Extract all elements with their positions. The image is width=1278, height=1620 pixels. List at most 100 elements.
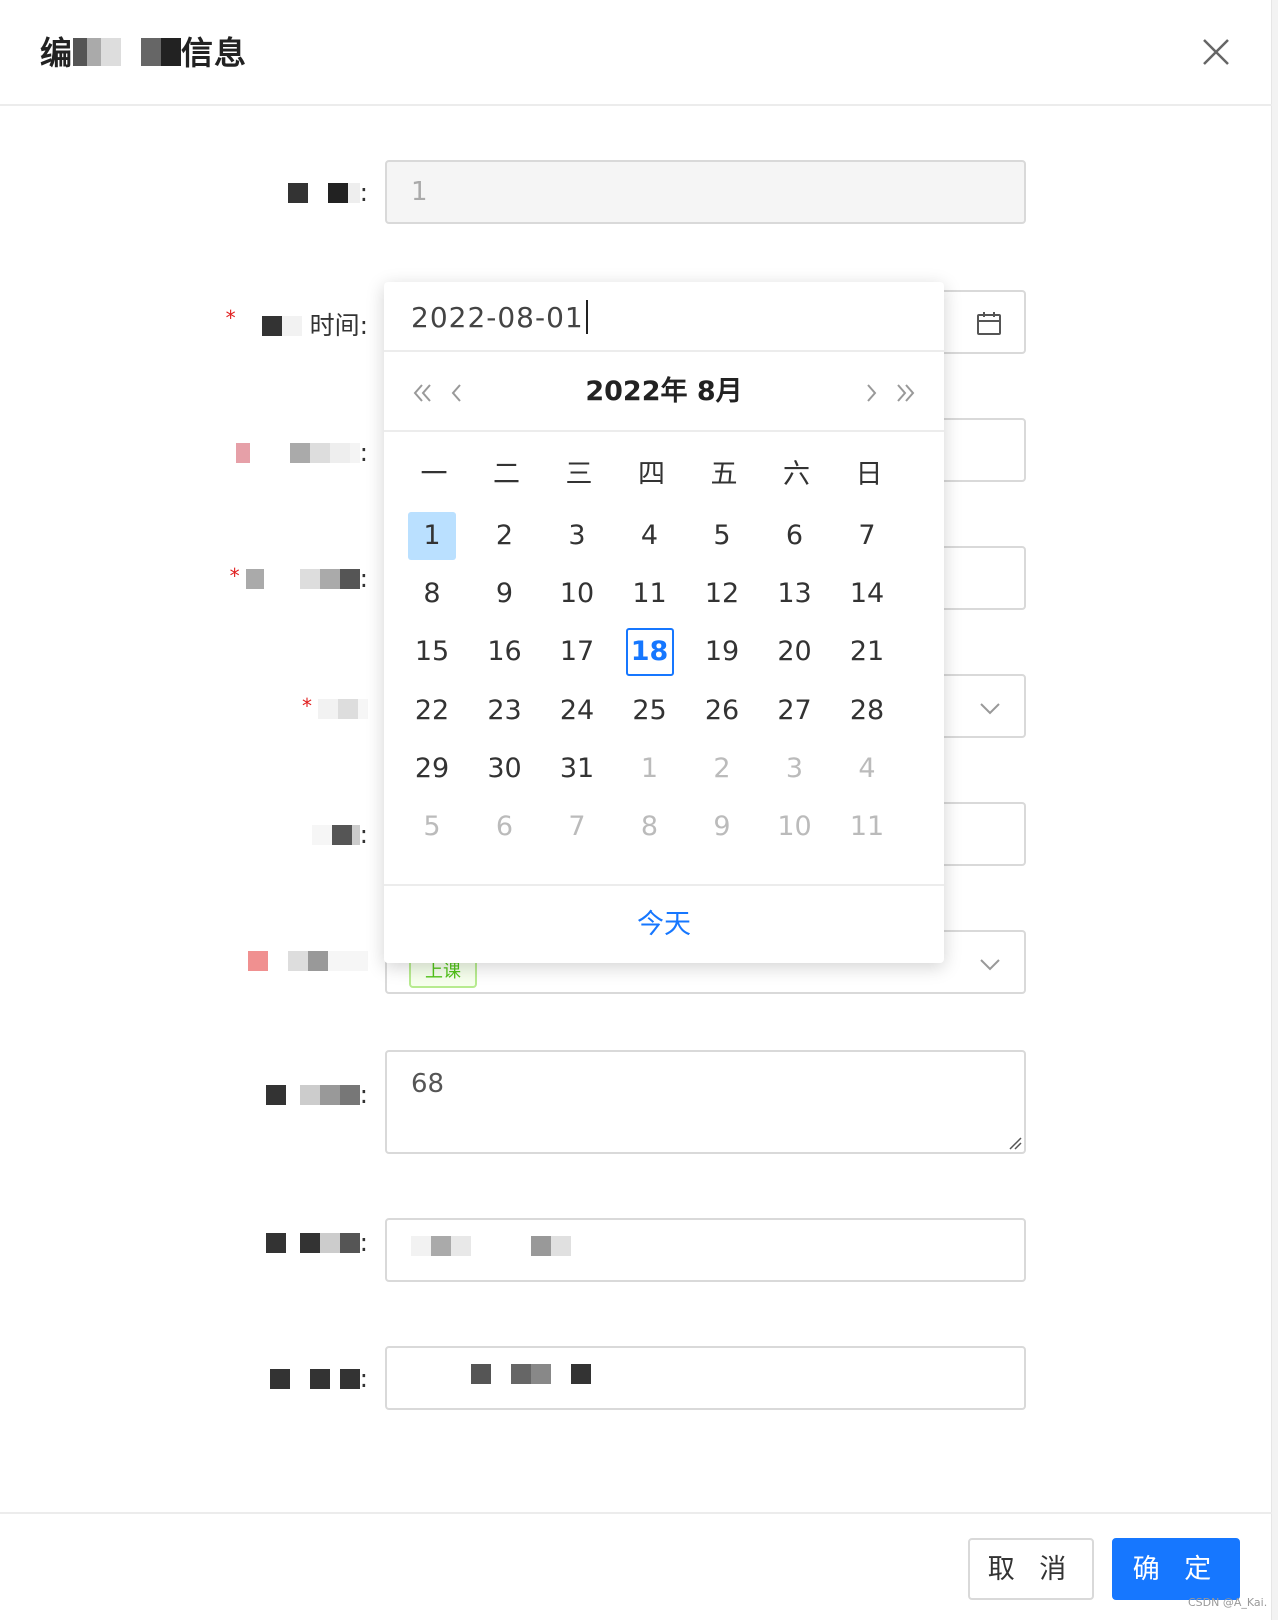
notes-textarea[interactable]: 68	[385, 1050, 1026, 1154]
redacted-mosaic	[265, 1230, 360, 1259]
calendar-day-other-month[interactable]: 8	[626, 803, 674, 851]
date-picker-popup: 2022-08-01 2022年 8月 一二三四五六日 1 2 3 4 5 6 7 8 9 10 1…	[384, 282, 944, 963]
calendar-day[interactable]: 22	[408, 687, 456, 735]
calendar-day[interactable]: 19	[698, 628, 746, 676]
required-mark: *	[229, 564, 240, 588]
form-label-9: :	[265, 1228, 368, 1259]
weekday-label: 五	[710, 459, 738, 490]
calendar-day[interactable]: 8	[408, 570, 456, 618]
form-label-4: *:	[229, 564, 368, 595]
watermark: CSDN @A_Kai.	[1188, 1596, 1268, 1609]
weekday-label: 二	[493, 459, 520, 490]
notes-value: 68	[411, 1069, 445, 1099]
time-label-text: 时间:	[309, 311, 368, 340]
date-picker-header: 2022年 8月	[384, 352, 944, 432]
calendar-day[interactable]: 4	[626, 512, 674, 560]
required-mark: *	[225, 306, 236, 330]
calendar-day-other-month[interactable]: 4	[843, 745, 891, 793]
form-label-7	[248, 946, 368, 977]
date-picker-input-value: 2022-08-01	[411, 301, 584, 334]
redacted-mosaic	[411, 1346, 591, 1406]
redacted-mosaic	[245, 566, 360, 595]
calendar-day[interactable]: 21	[843, 628, 891, 676]
today-button[interactable]: 今天	[384, 884, 944, 963]
calendar-day[interactable]: 3	[553, 512, 601, 560]
calendar-day-other-month[interactable]: 10	[771, 803, 819, 851]
resize-handle-icon[interactable]	[1008, 1136, 1022, 1150]
form-label-10: :	[269, 1364, 368, 1395]
calendar-day[interactable]: 25	[626, 687, 674, 735]
calendar-day-other-month[interactable]: 11	[843, 803, 891, 851]
weekday-row: 一二三四五六日	[410, 452, 918, 492]
calendar-day-other-month[interactable]: 3	[771, 745, 819, 793]
form-label-id: :	[267, 178, 368, 209]
calendar-day[interactable]: 15	[408, 628, 456, 676]
redacted-mosaic	[248, 948, 368, 977]
calendar-day[interactable]: 6	[771, 512, 819, 560]
calendar-day[interactable]: 31	[553, 745, 601, 793]
field-9-input[interactable]	[385, 1218, 1026, 1282]
form-label-time: * 时间:	[226, 306, 368, 342]
cancel-button[interactable]: 取 消	[968, 1538, 1094, 1600]
redacted-mosaic	[411, 1218, 571, 1278]
redacted-mosaic	[269, 1366, 360, 1395]
chevron-down-icon	[980, 959, 1000, 971]
calendar-day[interactable]: 14	[843, 570, 891, 618]
calendar-day[interactable]: 13	[771, 570, 819, 618]
form-label-5: *	[302, 694, 368, 725]
calendar-day[interactable]: 27	[771, 687, 819, 735]
calendar-day[interactable]: 12	[698, 570, 746, 618]
calendar-day[interactable]: 11	[626, 570, 674, 618]
form-label-6: :	[311, 820, 368, 851]
modal-header: 编 信息	[0, 0, 1272, 106]
form-label-8: :	[265, 1080, 368, 1111]
calendar-day[interactable]: 17	[553, 628, 601, 676]
background-edge	[1272, 0, 1278, 1620]
calendar-day[interactable]: 28	[843, 687, 891, 735]
redacted-mosaic	[311, 822, 360, 851]
calendar-day-other-month[interactable]: 2	[698, 745, 746, 793]
form-label-3: :	[235, 438, 368, 469]
calendar-day[interactable]: 20	[771, 628, 819, 676]
required-mark: *	[302, 694, 312, 718]
calendar-day-other-month[interactable]: 6	[481, 803, 529, 851]
redacted-mosaic	[73, 36, 182, 74]
double-chevron-right-icon[interactable]	[890, 378, 920, 408]
calendar-day-other-month[interactable]: 5	[408, 803, 456, 851]
calendar-day[interactable]: 2	[481, 512, 529, 560]
calendar-day-other-month[interactable]: 7	[553, 803, 601, 851]
chevron-down-icon	[980, 703, 1000, 715]
redacted-mosaic	[318, 696, 368, 725]
calendar-day-other-month[interactable]: 9	[698, 803, 746, 851]
calendar-day[interactable]: 26	[698, 687, 746, 735]
calendar-day[interactable]: 30	[481, 745, 529, 793]
weekday-label: 四	[638, 459, 665, 490]
field-10-input[interactable]	[385, 1346, 1026, 1410]
calendar-day[interactable]: 5	[698, 512, 746, 560]
date-picker-input[interactable]: 2022-08-01	[384, 282, 944, 352]
calendar-day[interactable]: 7	[843, 512, 891, 560]
ok-button[interactable]: 确 定	[1112, 1538, 1240, 1600]
calendar-day[interactable]: 10	[553, 570, 601, 618]
redacted-mosaic	[267, 180, 360, 209]
modal-title: 编 信息	[40, 28, 247, 74]
modal-footer: 取 消 确 定	[0, 1512, 1272, 1620]
calendar-day[interactable]: 16	[481, 628, 529, 676]
close-icon[interactable]	[1198, 34, 1234, 70]
calendar-day[interactable]: 23	[481, 687, 529, 735]
id-input[interactable]: 1	[385, 160, 1026, 224]
redacted-mosaic	[235, 440, 360, 469]
calendar-day[interactable]: 9	[481, 570, 529, 618]
edit-modal: 编 信息 : 1 * 时间: : *: *: 上课: 68:: 2022-…	[0, 0, 1272, 1620]
calendar-day[interactable]: 18	[625, 628, 674, 677]
calendar-day[interactable]: 29	[408, 745, 456, 793]
modal-title-prefix: 编	[40, 34, 74, 72]
calendar-day-other-month[interactable]: 1	[626, 745, 674, 793]
calendar-day[interactable]: 24	[553, 687, 601, 735]
weekday-label: 一	[420, 459, 448, 490]
modal-title-suffix: 信息	[181, 34, 248, 72]
calendar-icon[interactable]	[976, 310, 1002, 336]
weekday-label: 六	[783, 459, 810, 490]
chevron-right-icon[interactable]	[856, 378, 886, 408]
calendar-day[interactable]: 1	[408, 512, 456, 560]
